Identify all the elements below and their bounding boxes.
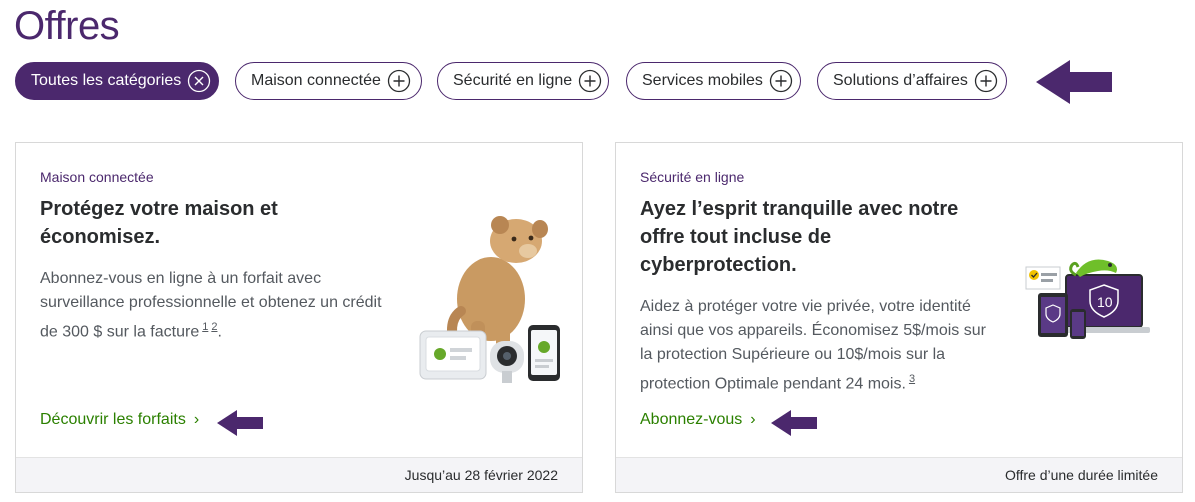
footnote-link-1[interactable]: 1 (202, 321, 208, 333)
discover-plans-link[interactable]: Découvrir les forfaits › (40, 411, 199, 429)
offer-card-online-security: Sécurité en ligne Ayez l’esprit tranquil… (615, 142, 1183, 493)
offer-validity: Offre d’une durée limitée (1004, 467, 1158, 483)
card-text-line: de 300 $ sur la facture (40, 323, 200, 341)
left-arrow-icon (1036, 60, 1112, 104)
card-title-line: cyberprotection. (640, 254, 797, 276)
plus-circle-icon (974, 69, 998, 93)
footnote-link-3[interactable]: 3 (909, 373, 915, 385)
card-footer: Jusqu’au 28 février 2022 (16, 457, 582, 492)
card-title-line: économisez. (40, 226, 161, 248)
filter-chip-all-categories[interactable]: Toutes les catégories (15, 62, 219, 100)
offer-card-smart-home: Maison connectée Protégez votre maison e… (15, 142, 583, 493)
card-text-line: protection Optimale pendant 24 mois. (640, 375, 906, 393)
filter-chip-online-security[interactable]: Sécurité en ligne (437, 62, 609, 100)
card-text-end: . (217, 323, 222, 341)
plus-circle-icon (769, 69, 793, 93)
card-text-line: Aidez à protéger votre vie privée, votre… (640, 298, 971, 315)
page-title: Offres (14, 4, 120, 48)
filter-chip-mobile-services[interactable]: Services mobiles (626, 62, 801, 100)
card-title: Protégez votre maison et économisez. (40, 195, 278, 251)
chevron-right-icon: › (750, 411, 756, 428)
plus-circle-icon (578, 69, 602, 93)
card-text-line: surveillance professionnelle et obtenez … (40, 294, 382, 311)
card-text-line: Abonnez-vous en ligne à un forfait avec (40, 270, 322, 287)
card-title-line: Protégez votre maison et (40, 198, 278, 220)
svg-text:10: 10 (1097, 294, 1113, 310)
card-footer: Offre d’une durée limitée (616, 457, 1182, 492)
card-title: Ayez l’esprit tranquille avec notre offr… (640, 195, 958, 279)
plus-circle-icon (387, 69, 411, 93)
chameleon-security-devices-image: 10 (1025, 259, 1150, 339)
card-link-label: Abonnez-vous (640, 411, 743, 428)
filter-chip-smart-home[interactable]: Maison connectée (235, 62, 422, 100)
filter-chip-label: Solutions d’affaires (833, 72, 968, 89)
left-arrow-icon (217, 410, 263, 436)
filter-chip-label: Toutes les catégories (31, 72, 182, 89)
card-description: Aidez à protéger votre vie privée, votre… (640, 295, 986, 396)
filter-chip-business-solutions[interactable]: Solutions d’affaires (817, 62, 1007, 100)
subscribe-link[interactable]: Abonnez-vous › (640, 411, 756, 429)
card-text-line: ainsi que vos appareils. Économisez 5$/m… (640, 322, 986, 339)
offer-validity: Jusqu’au 28 février 2022 (404, 467, 558, 483)
card-category: Maison connectée (40, 169, 154, 185)
card-title-line: Ayez l’esprit tranquille avec notre (640, 198, 959, 220)
chevron-right-icon: › (193, 411, 200, 428)
filter-chip-label: Sécurité en ligne (453, 72, 573, 89)
lion-cub-smart-home-image (419, 216, 560, 383)
card-title-line: offre tout incluse de (640, 226, 832, 248)
card-description: Abonnez-vous en ligne à un forfait avec … (40, 267, 382, 344)
filter-chip-label: Services mobiles (642, 72, 763, 89)
card-category: Sécurité en ligne (640, 169, 745, 185)
close-circle-icon[interactable] (187, 69, 211, 93)
card-text-line: la protection Supérieure ou 10$/mois sur… (640, 346, 946, 363)
card-link-label: Découvrir les forfaits (40, 411, 186, 428)
left-arrow-icon (771, 410, 817, 436)
filter-chip-label: Maison connectée (251, 72, 381, 89)
